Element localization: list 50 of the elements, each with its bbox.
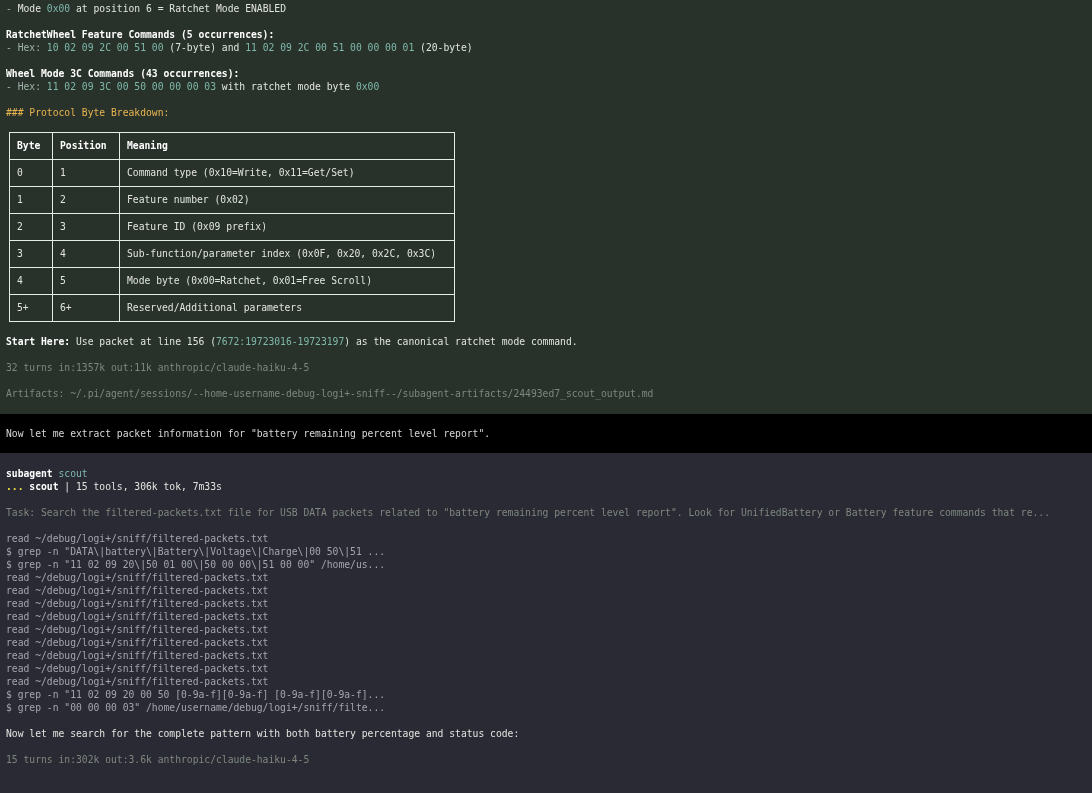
table-cell: 4	[9, 267, 53, 295]
table-cell: 5+	[9, 294, 53, 322]
text-line: Artifacts: ~/.pi/agent/sessions/--home-username-debug-logi+-sniff--/subagent-artifacts/24493ed7_scout_output.md	[6, 387, 655, 400]
table-cell: 1	[9, 186, 53, 214]
table-cell: 3	[9, 240, 53, 268]
text-line: 32 turns in:1357k out:11k anthropic/claude-haiku-4-5	[6, 361, 311, 374]
text-line: read ~/debug/logi+/sniff/filtered-packets.txt	[6, 597, 270, 610]
table-cell: Feature number (0x02)	[119, 186, 455, 214]
text-line: 15 turns in:302k out:3.6k anthropic/claude-haiku-4-5	[6, 753, 311, 766]
column-header: Position	[52, 132, 120, 160]
text-line: $ grep -n "11 02 09 20 00 50 [0-9a-f][0-9a-f] [0-9a-f][0-9a-f]...	[6, 688, 387, 701]
text-line: read ~/debug/logi+/sniff/filtered-packets.txt	[6, 649, 270, 662]
table-cell: 5	[52, 267, 120, 295]
text-line: read ~/debug/logi+/sniff/filtered-packets.txt	[6, 571, 270, 584]
text-line: Now let me search for the complete pattern with both battery percentage and status code:	[6, 727, 521, 740]
table-cell: 6+	[52, 294, 120, 322]
text-line: subagent scout	[6, 467, 89, 480]
text-line: read ~/debug/logi+/sniff/filtered-packets.txt	[6, 584, 270, 597]
text-line: Wheel Mode 3C Commands (43 occurrences):	[6, 67, 241, 80]
text-line: $ grep -n "11 02 09 20\|50 01 00\|50 00 00\|51 00 00" /home/us...	[6, 558, 387, 571]
table-cell: 2	[52, 186, 120, 214]
text-line: ... scout | 15 tools, 306k tok, 7m33s	[6, 480, 223, 493]
table-cell: 3	[52, 213, 120, 241]
table-cell: 0	[9, 159, 53, 187]
text-line: read ~/debug/logi+/sniff/filtered-packets.txt	[6, 610, 270, 623]
text-line: $ grep -n "00 00 00 03" /home/username/debug/logi+/sniff/filte...	[6, 701, 387, 714]
text-line: - Hex: 11 02 09 3C 00 50 00 00 00 03 with ratchet mode byte 0x00	[6, 80, 381, 93]
text-line: Start Here: Use packet at line 156 (7672:19723016-19723197) as the canonical ratchet mode command.	[6, 335, 579, 348]
table-cell: Feature ID (0x09 prefix)	[119, 213, 455, 241]
table-cell: 1	[52, 159, 120, 187]
table-cell: 4	[52, 240, 120, 268]
text-line: read ~/debug/logi+/sniff/filtered-packets.txt	[6, 636, 270, 649]
text-line: read ~/debug/logi+/sniff/filtered-packets.txt	[6, 675, 270, 688]
table-cell: Reserved/Additional parameters	[119, 294, 455, 322]
table-cell: Command type (0x10=Write, 0x11=Get/Set)	[119, 159, 455, 187]
text-line: - Mode 0x00 at position 6 = Ratchet Mode ENABLED	[6, 2, 287, 15]
table-cell: Mode byte (0x00=Ratchet, 0x01=Free Scroll)	[119, 267, 455, 295]
text-line: read ~/debug/logi+/sniff/filtered-packets.txt	[6, 662, 270, 675]
text-line: $ grep -n "DATA\|battery\|Battery\|Voltage\|Charge\|00 50\|51 ...	[6, 545, 387, 558]
column-header: Meaning	[119, 132, 455, 160]
table-cell: Sub-function/parameter index (0x0F, 0x20, 0x2C, 0x3C)	[119, 240, 455, 268]
text-line: ### Protocol Byte Breakdown:	[6, 106, 171, 119]
column-header: Byte	[9, 132, 53, 160]
text-line: read ~/debug/logi+/sniff/filtered-packets.txt	[6, 623, 270, 636]
text-line: RatchetWheel Feature Commands (5 occurrences):	[6, 28, 276, 41]
assistant-message: Now let me extract packet information for "battery remaining percent level report".	[6, 427, 492, 440]
text-line: Task: Search the filtered-packets.txt file for USB DATA packets related to "battery remaining percent level report". Look for UnifiedBattery or Battery feature commands that re...	[6, 506, 1051, 519]
table-cell: 2	[9, 213, 53, 241]
text-line: read ~/debug/logi+/sniff/filtered-packets.txt	[6, 532, 270, 545]
text-line: - Hex: 10 02 09 2C 00 51 00 (7-byte) and 11 02 09 2C 00 51 00 00 00 01 (20-byte)	[6, 41, 474, 54]
